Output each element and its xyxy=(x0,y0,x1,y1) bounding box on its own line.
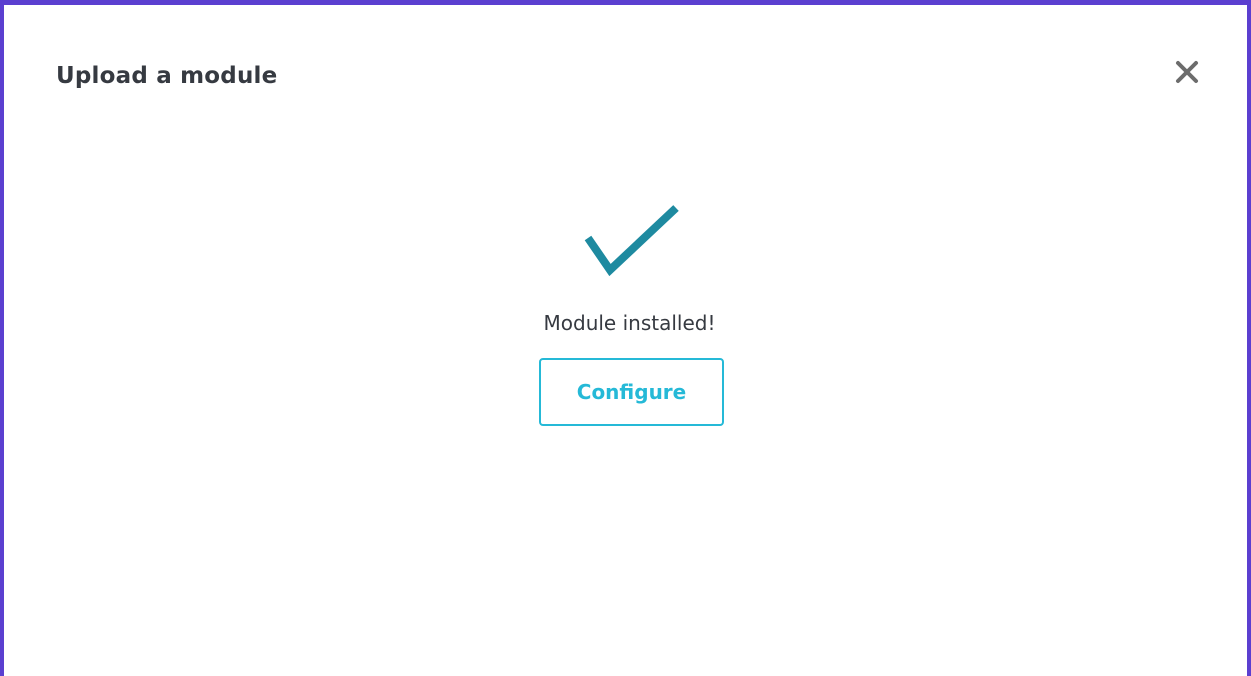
close-button[interactable] xyxy=(1172,57,1202,87)
upload-module-dialog: Upload a module Module installed! Config… xyxy=(0,0,1251,676)
configure-button[interactable]: Configure xyxy=(539,358,724,426)
dialog-title: Upload a module xyxy=(56,63,278,89)
checkmark-icon xyxy=(583,203,683,278)
success-message: Module installed! xyxy=(543,311,716,335)
close-icon[interactable] xyxy=(1172,57,1202,87)
